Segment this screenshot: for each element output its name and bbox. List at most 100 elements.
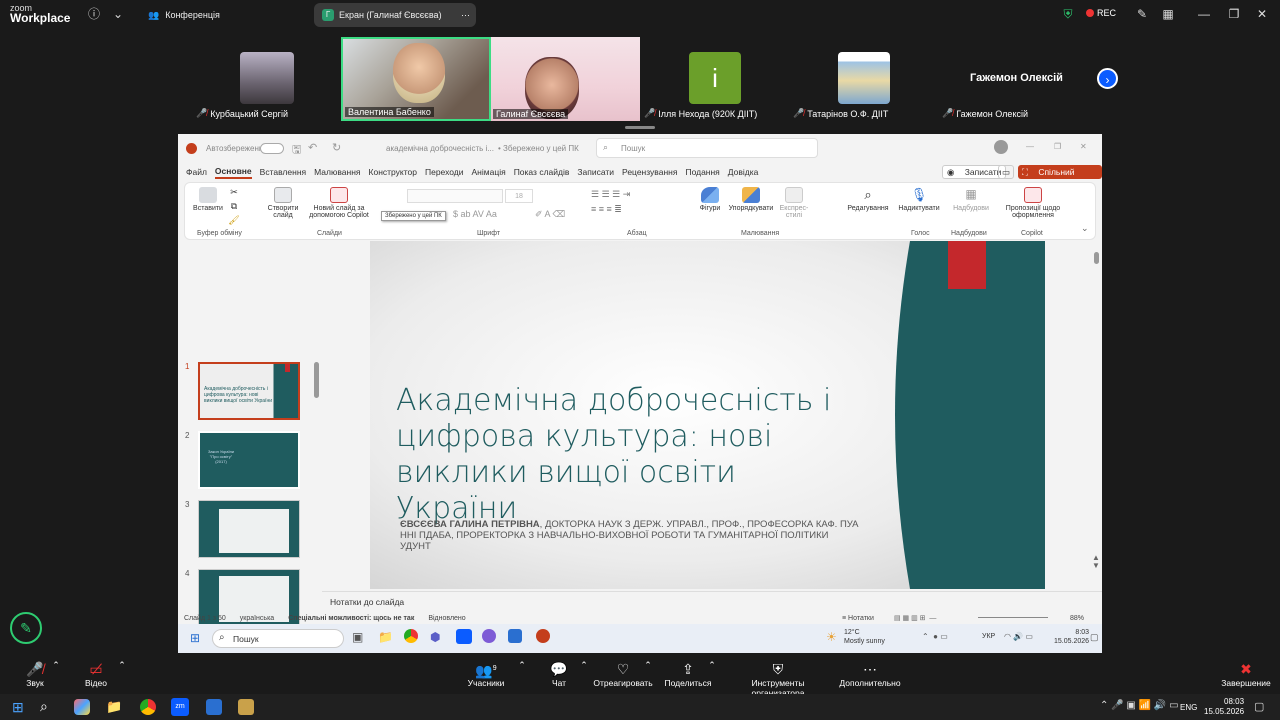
chrome-icon[interactable] bbox=[404, 629, 418, 643]
font-name-select[interactable] bbox=[407, 189, 503, 203]
avatar[interactable] bbox=[838, 52, 890, 104]
weather-widget[interactable]: 12°C Mostly sunny bbox=[844, 628, 885, 646]
record-button[interactable]: ◉ Записати bbox=[942, 165, 1007, 179]
tab-home[interactable]: Основне bbox=[214, 166, 252, 179]
save-icon[interactable]: 🖫 bbox=[292, 141, 301, 160]
addins-button[interactable]: ▦ Надбудови bbox=[951, 187, 991, 212]
thumbnail-scrollbar[interactable] bbox=[314, 362, 319, 398]
zoom-app-icon[interactable]: zm bbox=[171, 698, 189, 716]
slide-thumbnail[interactable]: Академічна доброчесність і цифрова культ… bbox=[198, 362, 300, 420]
video-tile-active-speaker[interactable]: Валентина Бабенко bbox=[341, 37, 491, 121]
comments-icon[interactable]: ▭ bbox=[998, 165, 1014, 179]
font-size-select[interactable]: 18 bbox=[505, 189, 533, 203]
format-painter-icon[interactable]: 🖌 bbox=[227, 215, 241, 226]
font-color-icons[interactable]: ✐ A ⌫ bbox=[535, 209, 565, 220]
close-icon[interactable]: ✕ bbox=[1254, 6, 1270, 22]
tab-review[interactable]: Рецензування bbox=[622, 167, 677, 177]
copilot-icon[interactable] bbox=[74, 699, 90, 715]
avatar[interactable] bbox=[240, 52, 294, 104]
cut-icon[interactable]: ✂ bbox=[227, 187, 241, 198]
tab-design[interactable]: Конструктор bbox=[369, 167, 417, 177]
slide-scrollbar[interactable] bbox=[1094, 252, 1099, 264]
video-tile[interactable]: Галинаf Євсєєва bbox=[491, 37, 640, 121]
zoom-slider[interactable] bbox=[978, 617, 1048, 618]
chevron-down-icon[interactable]: ⌄ bbox=[110, 6, 126, 22]
minimize-icon[interactable]: — bbox=[1026, 142, 1034, 151]
dictate-button[interactable]: 🎙 Надиктувати bbox=[897, 187, 941, 212]
windows-start-icon[interactable]: ⊞ bbox=[12, 699, 24, 716]
participant-display-name[interactable]: Гажемон Олексій bbox=[970, 72, 1063, 84]
file-explorer-icon[interactable]: 📁 bbox=[378, 630, 393, 644]
clock[interactable]: 08:03 15.05.2026 bbox=[1204, 697, 1244, 717]
redo-icon[interactable]: ↻ bbox=[332, 141, 341, 154]
annotate-floating-button[interactable]: ✎ bbox=[10, 612, 42, 644]
share-options-chevron[interactable]: ⌃ bbox=[706, 660, 718, 671]
audio-button[interactable]: 🎤̸ Звук bbox=[22, 660, 48, 688]
powerpoint-icon[interactable] bbox=[536, 629, 550, 643]
tab-screen[interactable]: Г Екран (Галинаf Євсєєва) ⋯ bbox=[314, 3, 476, 27]
copy-icon[interactable]: ⧉ bbox=[227, 201, 241, 212]
drag-handle[interactable] bbox=[625, 126, 655, 129]
notes-toggle[interactable]: ≡ Нотатки bbox=[842, 615, 874, 622]
arrange-button[interactable]: Упорядкувати bbox=[727, 187, 775, 212]
layout-icon[interactable]: ▦ bbox=[1160, 6, 1176, 22]
windows-start-icon[interactable]: ⊞ bbox=[190, 631, 200, 645]
collapse-ribbon-icon[interactable]: ⌄ bbox=[1081, 223, 1089, 234]
app-icon[interactable] bbox=[508, 629, 522, 643]
tab-conference[interactable]: 👥 Конференція bbox=[140, 3, 310, 27]
tab-record[interactable]: Записати bbox=[577, 167, 614, 177]
network-volume-battery-icons[interactable]: ◠ 🔊 ▭ bbox=[1004, 632, 1033, 641]
participants-button[interactable]: 👥9 Учасники bbox=[462, 660, 510, 688]
paragraph-icons[interactable]: ☰ ☰ ☰ ⇥ ≡ ≡ ≡ ≣ bbox=[591, 187, 630, 217]
share-button[interactable]: ⛶ Спільний доступ ⌄ bbox=[1018, 165, 1102, 191]
video-options-chevron[interactable]: ⌃ bbox=[116, 660, 128, 671]
react-options-chevron[interactable]: ⌃ bbox=[642, 660, 654, 671]
format-icons[interactable]: $ ab AV Aa bbox=[453, 209, 497, 219]
designer-button[interactable]: Пропозиції щодо оформлення bbox=[999, 187, 1067, 219]
video-button[interactable]: ▭̸ Відео bbox=[80, 660, 112, 688]
chat-button[interactable]: 💬 Чат bbox=[546, 660, 572, 688]
more-button[interactable]: ⋯ Дополнительно bbox=[836, 660, 904, 688]
viber-icon[interactable] bbox=[482, 629, 496, 643]
tab-draw[interactable]: Малювання bbox=[314, 167, 360, 177]
app-icon[interactable] bbox=[206, 699, 222, 715]
input-language[interactable]: УКР bbox=[982, 633, 995, 640]
file-explorer-icon[interactable]: 📁 bbox=[106, 699, 122, 715]
account-avatar[interactable] bbox=[994, 140, 1008, 154]
end-meeting-button[interactable]: ✖ Завершение bbox=[1218, 660, 1274, 688]
new-slide-copilot-button[interactable]: Новий слайд за допомогою Copilot bbox=[303, 187, 375, 219]
participants-options-chevron[interactable]: ⌃ bbox=[516, 660, 528, 671]
audio-options-chevron[interactable]: ⌃ bbox=[50, 660, 62, 671]
tab-help[interactable]: Довідка bbox=[728, 167, 759, 177]
tab-slideshow[interactable]: Показ слайдів bbox=[514, 167, 570, 177]
more-icon[interactable]: ⋯ bbox=[461, 10, 470, 21]
info-icon[interactable]: ⓘ bbox=[86, 6, 102, 22]
view-icons[interactable]: ▤ ▦ ▥ ⊞ — bbox=[894, 614, 936, 622]
tab-transitions[interactable]: Переходи bbox=[425, 167, 464, 177]
shapes-button[interactable]: Фігури bbox=[695, 187, 725, 212]
notifications-icon[interactable]: ▢ bbox=[1090, 632, 1099, 643]
tab-animations[interactable]: Анімація bbox=[472, 167, 506, 177]
app-icon[interactable] bbox=[238, 699, 254, 715]
search-input[interactable]: ⌕ Пошук bbox=[596, 138, 818, 158]
avatar[interactable]: i bbox=[689, 52, 741, 104]
accessibility-status[interactable]: Спеціальні можливості: щось не так bbox=[288, 615, 414, 622]
tab-insert[interactable]: Вставлення bbox=[260, 167, 306, 177]
next-page-icon[interactable]: › bbox=[1097, 68, 1118, 89]
paste-button[interactable]: Вставити bbox=[191, 187, 225, 212]
input-language[interactable]: ENG bbox=[1180, 703, 1197, 712]
close-icon[interactable]: ✕ bbox=[1080, 142, 1087, 151]
slide-nav-icons[interactable]: ▲ ▼ bbox=[1092, 554, 1100, 570]
chat-options-chevron[interactable]: ⌃ bbox=[578, 660, 590, 671]
minimize-icon[interactable]: — bbox=[1196, 6, 1212, 22]
slide-canvas[interactable]: Академічна доброчесність і цифрова культ… bbox=[370, 241, 1045, 589]
tab-file[interactable]: Файл bbox=[186, 167, 207, 177]
notifications-icon[interactable]: ▢ bbox=[1254, 700, 1264, 713]
zoom-app-icon[interactable] bbox=[456, 629, 472, 644]
clock[interactable]: 8:03 15.05.2026 bbox=[1054, 628, 1089, 646]
editing-button[interactable]: ⌕ Редагування bbox=[845, 187, 891, 212]
shared-screen[interactable]: Автозбереження 🖫 ↶ ↻ академічна доброчес… bbox=[178, 134, 1102, 653]
task-view-icon[interactable]: ▣ bbox=[352, 630, 363, 644]
annotate-icon[interactable]: ✎ bbox=[1134, 6, 1150, 22]
tab-view[interactable]: Подання bbox=[685, 167, 719, 177]
